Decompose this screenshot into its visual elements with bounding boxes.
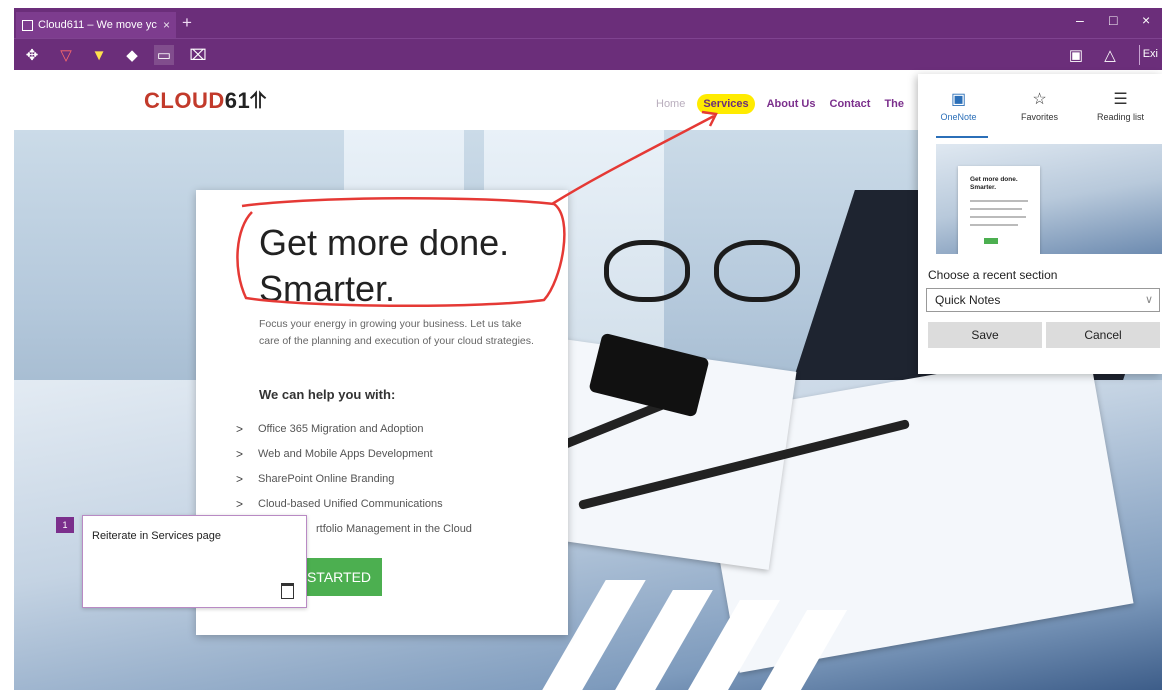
- service-label: Office 365 Migration and Adoption: [258, 422, 424, 435]
- toolbar-divider: [1139, 45, 1140, 65]
- chevron-right-icon: >: [236, 446, 244, 461]
- clip-icon[interactable]: ⌧: [188, 45, 208, 65]
- cancel-button[interactable]: Cancel: [1046, 322, 1160, 348]
- save-button[interactable]: Save: [928, 322, 1042, 348]
- save-web-note-icon[interactable]: ▣: [1066, 45, 1086, 65]
- comment-text[interactable]: Reiterate in Services page: [92, 530, 221, 542]
- hub-tabs: ▣ OneNote ☆ Favorites ☰ Reading list: [918, 74, 1162, 136]
- comment-note[interactable]: Reiterate in Services page: [82, 515, 307, 608]
- browser-window: Cloud611 – We move yc × + – □ × ✥ ▽ ▼ ◆ …: [14, 8, 1162, 690]
- tab-close-icon[interactable]: ×: [163, 18, 170, 32]
- help-heading: We can help you with:: [259, 387, 396, 402]
- ink-toolbar: ✥ ▽ ▼ ◆ ▭ ⌧ ▣ △ Exi: [14, 38, 1162, 70]
- comment-marker[interactable]: 1: [56, 517, 74, 533]
- new-tab-button[interactable]: +: [182, 13, 192, 33]
- share-icon[interactable]: △: [1100, 45, 1120, 65]
- maximize-button[interactable]: □: [1109, 12, 1117, 28]
- section-dropdown[interactable]: Quick Notes ∨: [926, 288, 1160, 312]
- reading-list-icon: ☰: [1113, 90, 1128, 108]
- preview-line: [970, 200, 1028, 202]
- section-value: Quick Notes: [935, 293, 1001, 307]
- highlighter-icon[interactable]: ▼: [89, 45, 109, 65]
- nav-partial-item[interactable]: The: [884, 98, 904, 110]
- onenote-icon: ▣: [950, 90, 967, 108]
- preview-line: [970, 208, 1022, 210]
- close-button[interactable]: ×: [1142, 12, 1150, 28]
- trash-icon[interactable]: [281, 583, 294, 599]
- nav-services[interactable]: Services: [697, 94, 755, 114]
- ballpoint-pen-icon[interactable]: ▽: [56, 45, 76, 65]
- headline: Get more done. Smarter.: [259, 220, 509, 312]
- preview-card: Get more done. Smarter.: [958, 166, 1040, 254]
- list-item[interactable]: > Office 365 Migration and Adoption: [236, 416, 472, 441]
- eraser-icon[interactable]: ◆: [122, 45, 142, 65]
- chevron-right-icon: >: [236, 471, 244, 486]
- nav-home[interactable]: Home: [656, 98, 685, 110]
- service-label: Web and Mobile Apps Development: [258, 447, 433, 460]
- lead-paragraph: Focus your energy in growing your busine…: [259, 318, 534, 347]
- preview-button: [984, 238, 998, 244]
- chevron-right-icon: >: [236, 496, 244, 511]
- pan-icon[interactable]: ✥: [22, 45, 42, 65]
- tab-reading-list[interactable]: ☰ Reading list: [1080, 74, 1161, 136]
- tab-favorites[interactable]: ☆ Favorites: [999, 74, 1080, 136]
- service-label: rtfolio Management in the Cloud: [316, 522, 472, 535]
- clip-preview: Get more done. Smarter.: [936, 144, 1162, 254]
- preview-title: Get more done. Smarter.: [970, 176, 1018, 191]
- star-icon: ☆: [1032, 90, 1047, 108]
- minimize-button[interactable]: –: [1076, 12, 1084, 28]
- preview-line: [970, 216, 1026, 218]
- headline-line-2: Smarter.: [259, 268, 396, 309]
- service-label: Cloud-based Unified Communications: [258, 497, 443, 510]
- headline-line-1: Get more done.: [259, 222, 510, 263]
- browser-tab[interactable]: Cloud611 – We move yc ×: [16, 12, 176, 38]
- site-nav: Home Services About Us Contact The: [656, 94, 904, 114]
- site-logo[interactable]: CLOUD61⥣: [144, 88, 267, 114]
- logo-text: CLOUD: [144, 88, 225, 113]
- add-note-icon[interactable]: ▭: [154, 45, 174, 65]
- nav-about-us[interactable]: About Us: [767, 98, 816, 110]
- onenote-panel: ▣ OneNote ☆ Favorites ☰ Reading list Get…: [918, 74, 1162, 374]
- tab-label: OneNote: [940, 111, 977, 122]
- tab-label: Reading list: [1096, 111, 1145, 122]
- glasses: [604, 240, 690, 302]
- page-icon: [22, 19, 33, 31]
- list-item[interactable]: > Web and Mobile Apps Development: [236, 441, 472, 466]
- glasses: [714, 240, 800, 302]
- preview-line: [970, 224, 1018, 226]
- list-item[interactable]: > SharePoint Online Branding: [236, 466, 472, 491]
- choose-section-label: Choose a recent section: [928, 268, 1058, 282]
- title-bar: Cloud611 – We move yc × + – □ ×: [14, 8, 1162, 38]
- chevron-right-icon: >: [236, 421, 244, 436]
- get-started-button[interactable]: STARTED: [296, 558, 382, 596]
- list-item[interactable]: > Cloud-based Unified Communications: [236, 491, 472, 516]
- service-label: SharePoint Online Branding: [258, 472, 395, 485]
- tab-label: Favorites: [1020, 111, 1058, 122]
- logo-number: 61: [224, 88, 251, 113]
- exit-button[interactable]: Exi: [1143, 48, 1158, 60]
- chevron-down-icon: ∨: [1144, 294, 1153, 306]
- tab-onenote[interactable]: ▣ OneNote: [918, 74, 999, 136]
- nav-contact[interactable]: Contact: [830, 98, 871, 110]
- tab-title: Cloud611 – We move yc: [38, 19, 157, 31]
- active-tab-indicator: [936, 136, 988, 138]
